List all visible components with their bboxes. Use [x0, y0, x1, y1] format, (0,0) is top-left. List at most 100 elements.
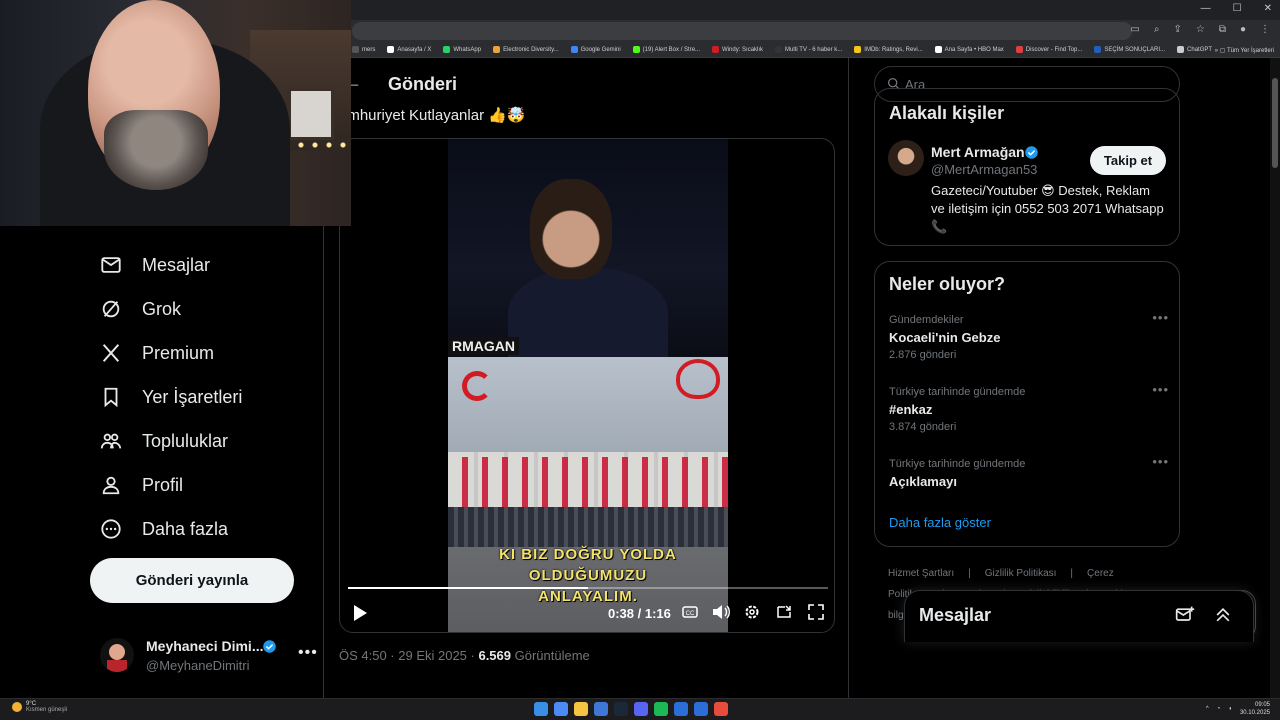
subtitle-line: KI BIZ DOĞRU YOLDA — [499, 546, 677, 563]
bookmark-item[interactable]: ChatGPT — [1177, 46, 1212, 53]
person-bio: Gazeteci/Youtuber 😎 Destek, Reklam ve il… — [931, 183, 1164, 234]
taskbar-app-icon[interactable] — [654, 702, 668, 716]
pip-icon[interactable] — [776, 604, 792, 620]
taskbar-app-icon[interactable] — [594, 702, 608, 716]
star-icon[interactable]: ☆ — [1196, 24, 1205, 35]
close-icon[interactable]: ✕ — [1264, 3, 1272, 14]
video-progress-bar[interactable] — [348, 587, 828, 589]
bookmark-label: Anasayfa / X — [397, 46, 432, 53]
channel-logo-icon — [462, 371, 492, 401]
bookmark-item[interactable]: (19) Alert Box / Stre... — [632, 46, 701, 53]
expand-up-icon[interactable] — [1213, 605, 1233, 625]
bookmark-item[interactable]: Google Gemini — [570, 46, 621, 53]
bookmark-item[interactable]: SEÇİM SONUÇLARI... — [1094, 46, 1165, 53]
trend-item[interactable]: Gündemdekiler Kocaeli'nin Gebze 2.876 gö… — [889, 310, 1169, 361]
bookmark-favicon-icon — [387, 46, 395, 53]
bookmark-item[interactable]: mers — [352, 46, 375, 53]
zoom-icon[interactable]: ⌕ — [1154, 24, 1160, 35]
profile-icon[interactable]: ● — [1240, 24, 1246, 35]
taskbar-app-icon[interactable] — [574, 702, 588, 716]
person-handle[interactable]: @MertArmagan53 — [931, 162, 1037, 177]
person-name[interactable]: Mert Armağan — [931, 144, 1025, 160]
taskbar-app-icon[interactable] — [674, 702, 688, 716]
play-icon[interactable] — [352, 604, 368, 622]
trend-item[interactable]: Türkiye tarihinde gündemde Açıklamayı ••… — [889, 454, 1169, 489]
avatar[interactable] — [888, 140, 924, 176]
trend-context: Gündemdekiler — [889, 314, 964, 326]
nav-item-grok[interactable]: Grok — [100, 294, 181, 324]
minimize-icon[interactable]: — — [1201, 3, 1211, 14]
video-frame[interactable]: RMAGAN KI BIZ DOĞRU YOLDA OLDUĞUMUZU ANL… — [448, 139, 728, 632]
captions-icon[interactable]: CC — [682, 604, 698, 620]
more-dots-icon[interactable]: ••• — [298, 644, 318, 662]
bookmark-item[interactable]: Anasayfa / X — [387, 46, 431, 53]
bookmark-favicon-icon — [934, 46, 942, 53]
video-subtitle: KI BIZ DOĞRU YOLDA OLDUĞUMUZU ANLAYALIM. — [448, 544, 728, 607]
page-scrollbar[interactable] — [1270, 58, 1280, 698]
bookmark-label: Electronic Diversity... — [503, 46, 559, 53]
bookmark-item[interactable]: WhatsApp — [443, 46, 481, 53]
footer-link[interactable]: Gizlilik Politikası — [985, 568, 1057, 579]
volume-icon[interactable] — [712, 604, 730, 620]
address-bar[interactable] — [352, 22, 1132, 40]
more-dots-icon[interactable]: ••• — [1152, 382, 1169, 397]
bookmark-label: ChatGPT — [1187, 46, 1213, 53]
bookmark-favicon-icon — [1177, 46, 1185, 53]
bookmark-item[interactable]: Discover - Find Top... — [1015, 46, 1082, 53]
video-top-section: RMAGAN — [448, 139, 728, 359]
more-dots-icon[interactable]: ••• — [1152, 310, 1169, 325]
bookmark-label: Multi TV - 6 haber k... — [785, 46, 843, 53]
bookmark-label: (19) Alert Box / Stre... — [642, 46, 701, 53]
bookmark-item[interactable]: Windy: Sıcaklık — [712, 46, 763, 53]
profile-icon — [102, 476, 120, 495]
messages-title: Mesajlar — [919, 605, 992, 625]
windows-taskbar: 9°C Kısmen güneşli ^ ◔ ◖ 09:05 30.10.202… — [0, 698, 1280, 720]
clock[interactable]: 09:05 30.10.2025 — [1240, 701, 1270, 717]
more-dots-icon[interactable]: ••• — [1152, 454, 1169, 469]
bookmark-item[interactable]: Electronic Diversity... — [493, 46, 559, 53]
nav-label: Yer İşaretleri — [142, 386, 243, 407]
fullscreen-icon[interactable] — [808, 604, 824, 620]
nav-item-premium[interactable]: Premium — [100, 338, 214, 368]
webcam-picture-frame — [288, 88, 334, 140]
bookmark-favicon-icon — [632, 46, 640, 53]
taskbar-app-icon[interactable] — [714, 702, 728, 716]
bookmark-item[interactable]: Multi TV - 6 haber k... — [775, 46, 842, 53]
nav-item-communities[interactable]: Topluluklar — [100, 426, 228, 456]
cast-icon[interactable]: ▭ — [1130, 24, 1139, 35]
follow-button[interactable]: Takip et — [1090, 146, 1166, 175]
video-crowd — [448, 507, 728, 547]
show-more-link[interactable]: Daha fazla göster — [889, 515, 991, 530]
menu-icon[interactable]: ⋮ — [1260, 24, 1270, 35]
new-message-icon[interactable] — [1175, 605, 1195, 625]
taskbar-app-icon[interactable] — [614, 702, 628, 716]
wifi-icon[interactable]: ◔ — [1217, 706, 1221, 712]
trend-item[interactable]: Türkiye tarihinde gündemde #enkaz 3.874 … — [889, 382, 1169, 433]
tweet-timestamp[interactable]: ÖS 4:50 · 29 Eki 2025 · — [339, 648, 478, 663]
nav-item-messages[interactable]: Mesajlar — [100, 250, 210, 280]
weather-widget[interactable]: 9°C Kısmen güneşli — [12, 701, 67, 713]
footer-link[interactable]: Hizmet Şartları — [888, 568, 954, 579]
extensions-icon[interactable]: ⧉ — [1219, 24, 1226, 35]
nav-item-more[interactable]: Daha fazla — [100, 514, 228, 544]
maximize-icon[interactable]: ☐ — [1233, 3, 1242, 14]
nav-item-bookmarks[interactable]: Yer İşaretleri — [100, 382, 242, 412]
scrollbar-thumb[interactable] — [1272, 78, 1278, 168]
messages-drawer[interactable]: Mesajlar — [904, 590, 1254, 642]
taskbar-app-icon[interactable] — [634, 702, 648, 716]
mail-icon — [101, 257, 121, 273]
nav-item-profile[interactable]: Profil — [100, 470, 183, 500]
post-button[interactable]: Gönderi yayınla — [90, 558, 294, 603]
taskbar-app-icon[interactable] — [554, 702, 568, 716]
video-player[interactable]: RMAGAN KI BIZ DOĞRU YOLDA OLDUĞUMUZU ANL… — [339, 138, 835, 633]
settings-gear-icon[interactable] — [744, 604, 760, 620]
taskbar-app-icon[interactable] — [694, 702, 708, 716]
bookmark-item[interactable]: IMDb: Ratings, Revi... — [854, 46, 923, 53]
account-switcher[interactable]: Meyhaneci Dimi... @MeyhaneDimitri ••• — [100, 636, 317, 676]
taskbar-app-icon[interactable] — [534, 702, 548, 716]
tray-chevron-icon[interactable]: ^ — [1206, 706, 1209, 712]
bookmark-item[interactable]: Ana Sayfa • HBO Max — [934, 46, 1004, 53]
all-bookmarks[interactable]: » ▢ Tüm Yer İşaretleri — [1215, 42, 1274, 57]
share-icon[interactable]: ⇪ — [1173, 24, 1181, 35]
speaker-icon[interactable]: ◖ — [1228, 706, 1232, 712]
